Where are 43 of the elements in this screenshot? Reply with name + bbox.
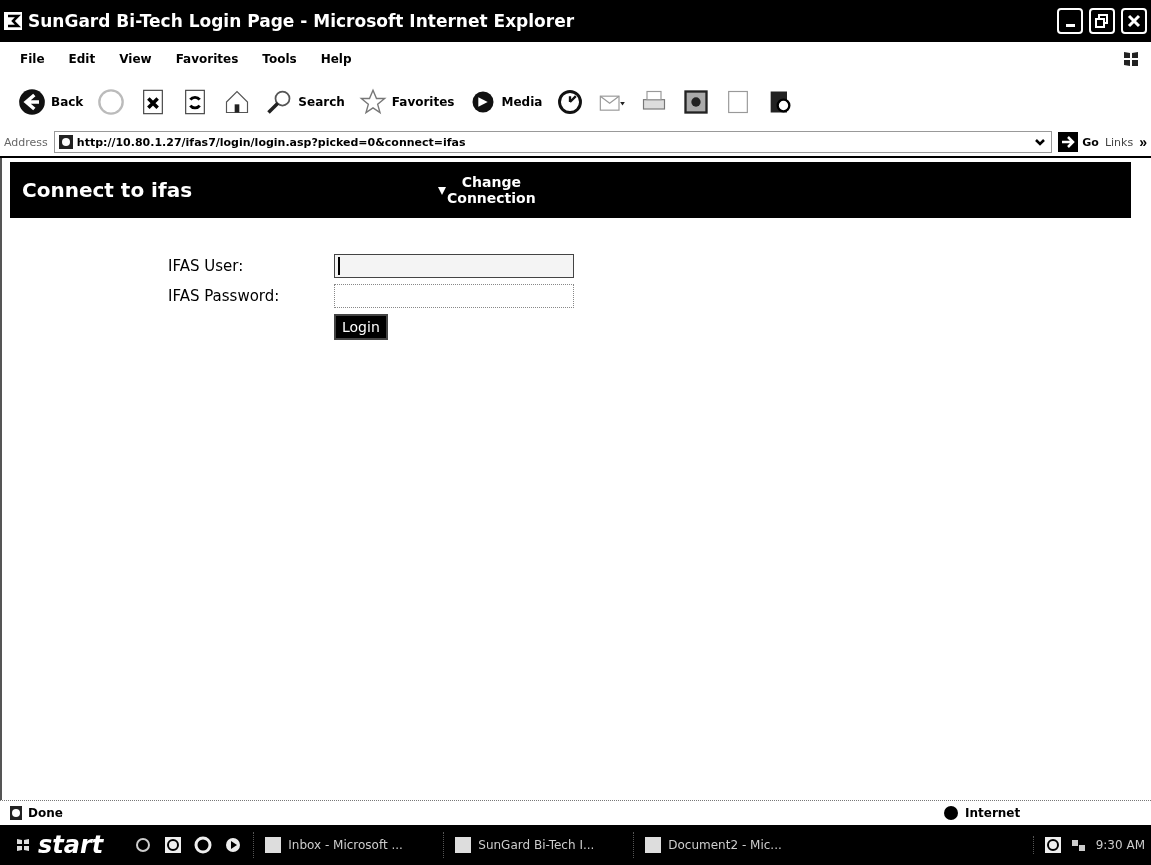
minimize-button[interactable] (1057, 8, 1083, 34)
globe-icon (943, 805, 959, 821)
go-button[interactable]: Go (1058, 132, 1099, 152)
restore-button[interactable] (1089, 8, 1115, 34)
menu-item[interactable]: Edit (58, 50, 106, 68)
clock-time: 9:30 AM (1095, 838, 1145, 852)
restore-icon (1095, 14, 1109, 28)
input-field[interactable] (334, 284, 574, 308)
status-text: Done (28, 806, 63, 820)
clock-icon[interactable] (163, 835, 184, 855)
toolbar-button[interactable]: Search (261, 86, 349, 118)
zone-text: Internet (965, 806, 1021, 820)
favorites-icon (358, 88, 387, 116)
arrow-icon (1058, 132, 1079, 152)
close-icon (1127, 14, 1141, 28)
page-heading: Connect to ifas (22, 178, 194, 202)
windows-flag-icon (14, 836, 32, 854)
toolbar-button[interactable]: Favorites (354, 86, 459, 118)
menu-item[interactable]: File (10, 50, 55, 68)
minimize-icon (1065, 24, 1075, 27)
address-field[interactable]: http://10.80.1.27/ifas7/login/login.asp?picked=0&connect=ifas (53, 131, 1053, 153)
address-label: Address (4, 135, 48, 149)
links-button[interactable]: Links (1104, 135, 1134, 149)
back-icon (18, 88, 46, 116)
field-label: IFAS Password: (168, 287, 281, 305)
page-icon (58, 135, 73, 149)
menu-item[interactable]: View (109, 50, 162, 68)
windows-flag-icon (1121, 49, 1141, 69)
menu-item[interactable]: Tools (252, 50, 307, 68)
page-icon (8, 805, 24, 821)
bullet-icon (437, 186, 447, 196)
toolbar-button[interactable]: Back (14, 86, 88, 118)
close-button[interactable] (1121, 8, 1147, 34)
change-connection-link[interactable]: Change Connection (447, 174, 536, 206)
input-field[interactable] (334, 254, 574, 278)
clock-icon (1043, 836, 1062, 854)
window-title: SunGard Bi-Tech Login Page - Microsoft Internet Explorer (28, 11, 576, 31)
toolbar-button[interactable]: Media (464, 86, 547, 118)
menu-item[interactable]: Help (310, 50, 362, 68)
login-button[interactable]: Login (334, 314, 388, 340)
field-label: IFAS User: (168, 257, 245, 275)
menu-item[interactable]: Favorites (165, 50, 249, 68)
more-button[interactable]: » (1139, 134, 1147, 150)
